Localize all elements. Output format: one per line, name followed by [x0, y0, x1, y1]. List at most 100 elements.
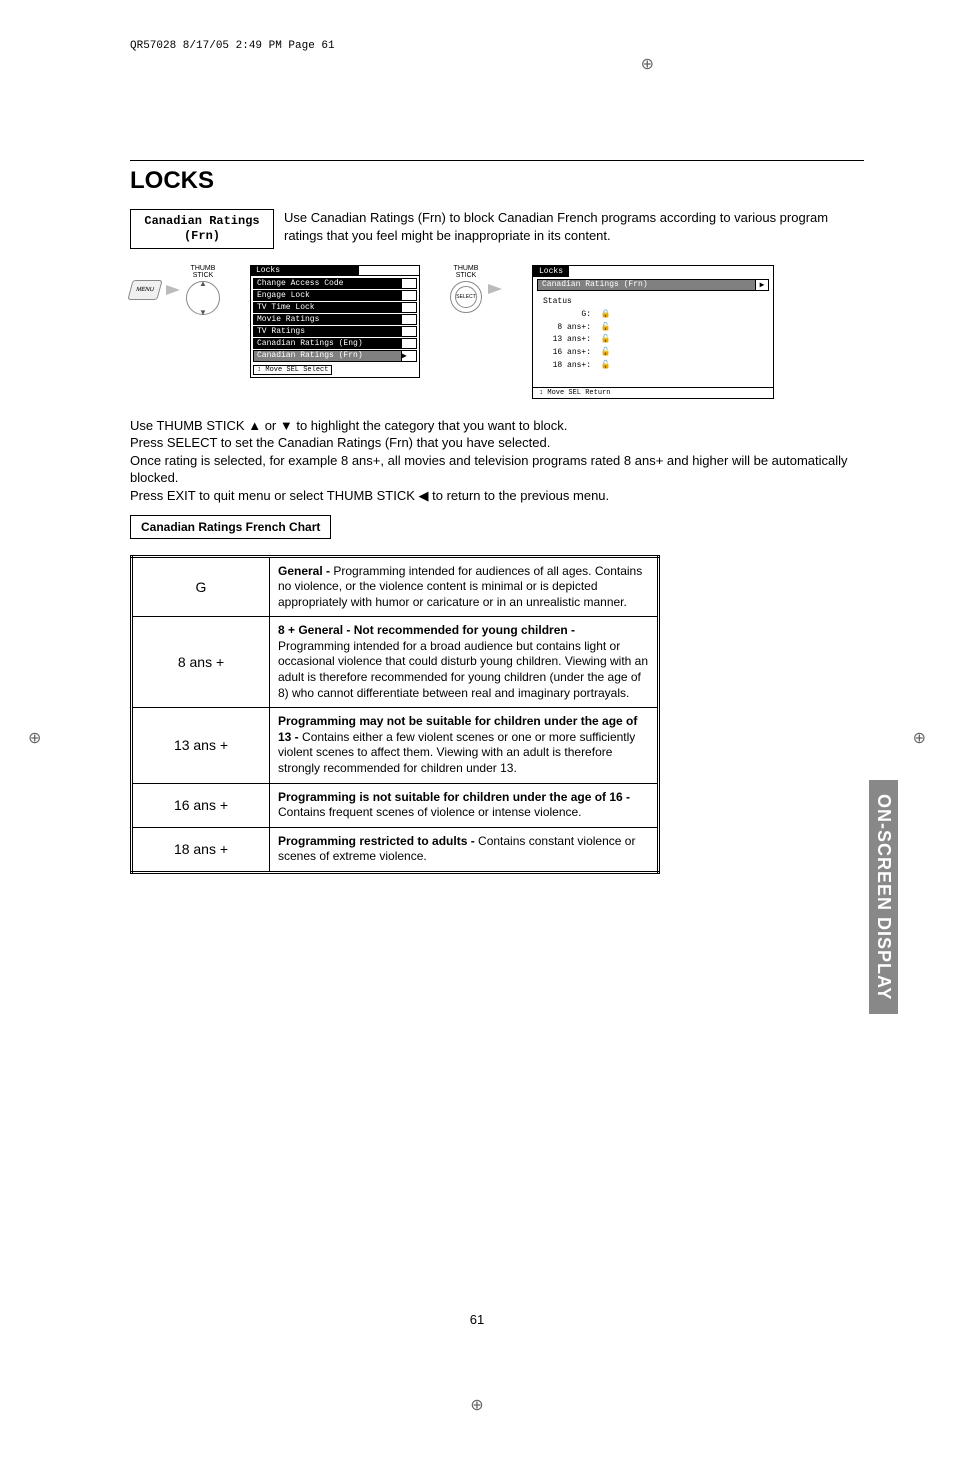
osd-item-label: TV Time Lock [253, 302, 402, 313]
rating-code: 18 ans + [132, 827, 270, 872]
osd-subtitle: Canadian Ratings (Frn) [537, 279, 756, 291]
status-label: 16 ans+: [553, 348, 591, 357]
rating-code: 13 ans + [132, 708, 270, 783]
osd-item: Movie Ratings [253, 314, 417, 325]
thumbstick-group: THUMB STICK ▲ ▼ [186, 265, 220, 315]
crop-mark-icon [641, 54, 654, 74]
osd-title-tail [359, 265, 420, 276]
page-title: LOCKS [130, 167, 864, 195]
osd-item: TV Ratings [253, 326, 417, 337]
osd-item-label: TV Ratings [253, 326, 402, 337]
osd-nav-text: Move SEL Return [547, 389, 610, 397]
osd-title: Locks [533, 266, 569, 277]
table-row: G General - Programming intended for aud… [132, 556, 659, 617]
arrow-right-icon [166, 285, 180, 295]
select-label: SELECT [455, 286, 477, 308]
chart-title-box: Canadian Ratings French Chart [130, 515, 331, 539]
rating-code: 8 ans + [132, 617, 270, 708]
status-row: 8 ans+: [543, 322, 763, 335]
diagram-row: MENU THUMB STICK ▲ ▼ Locks Change Access… [130, 265, 864, 399]
doc-header: QR57028 8/17/05 2:49 PM Page 61 [130, 40, 335, 52]
table-row: 18 ans + Programming restricted to adult… [132, 827, 659, 872]
osd-title: Locks [250, 265, 359, 276]
instruction-line: Press SELECT to set the Canadian Ratings… [130, 434, 864, 452]
up-arrow-icon: ▲ [199, 279, 207, 288]
table-row: 13 ans + Programming may not be suitable… [132, 708, 659, 783]
osd-item-arrow: ▶ [402, 350, 417, 362]
crop-mark-icon [28, 728, 41, 748]
osd-item-label: Engage Lock [253, 290, 402, 301]
thumbstick-diagram: MENU THUMB STICK ▲ ▼ [130, 265, 220, 315]
select-ring-icon: SELECT [450, 281, 482, 313]
rating-desc: Programming may not be suitable for chil… [270, 708, 659, 783]
osd-item: Canadian Ratings (Eng) [253, 338, 417, 349]
status-row: 16 ans+: [543, 347, 763, 360]
rating-desc: 8 + General - Not recommended for young … [270, 617, 659, 708]
osd-item-label: Change Access Code [253, 278, 402, 289]
table-row: 16 ans + Programming is not suitable for… [132, 783, 659, 827]
osd-item-selected: Canadian Ratings (Frn)▶ [253, 350, 417, 362]
rating-desc: General - Programming intended for audie… [270, 556, 659, 617]
page-number: 61 [470, 1312, 484, 1327]
unlock-icon [601, 335, 611, 344]
osd-item: TV Time Lock [253, 302, 417, 313]
osd-nav-hint: ↕ Move SEL Select [253, 365, 332, 375]
osd-item-label: Movie Ratings [253, 314, 402, 325]
instruction-line: Use THUMB STICK ▲ or ▼ to highlight the … [130, 417, 864, 435]
osd-item-arrow [402, 278, 417, 289]
arrow-right-icon [488, 284, 502, 294]
osd-item-arrow [402, 338, 417, 349]
thumbstick-label: THUMB STICK [450, 265, 482, 279]
osd-item-arrow [402, 290, 417, 301]
status-header: Status [543, 296, 763, 309]
rating-code: G [132, 556, 270, 617]
osd-arrow-icon: ▶ [756, 279, 769, 291]
thumbstick-label: THUMB STICK [186, 265, 220, 279]
menu-button-icon: MENU [127, 280, 162, 300]
status-label: G: [581, 310, 591, 319]
select-diagram: THUMB STICK SELECT [450, 265, 502, 313]
osd-nav-text: Move SEL Select [265, 366, 328, 374]
status-label: 8 ans+: [557, 323, 591, 332]
osd-locks-menu: Locks Change Access Code Engage Lock TV … [250, 265, 420, 378]
rating-desc: Programming restricted to adults - Conta… [270, 827, 659, 872]
osd-item: Engage Lock [253, 290, 417, 301]
feature-label: Canadian Ratings (Frn) [130, 209, 274, 249]
ratings-table: G General - Programming intended for aud… [130, 555, 660, 875]
status-label: 18 ans+: [553, 361, 591, 370]
rule [130, 160, 864, 161]
unlock-icon [601, 361, 611, 370]
osd-item: Change Access Code [253, 278, 417, 289]
rating-desc: Programming is not suitable for children… [270, 783, 659, 827]
osd-status-block: Status G: 8 ans+: 13 ans+: 16 ans+: 18 a… [533, 293, 773, 376]
status-row: G: [543, 309, 763, 322]
page: QR57028 8/17/05 2:49 PM Page 61 LOCKS Ca… [0, 0, 954, 1475]
status-row: 13 ans+: [543, 334, 763, 347]
unlock-icon [601, 348, 611, 357]
table-row: 8 ans + 8 + General - Not recommended fo… [132, 617, 659, 708]
osd-nav-hint: ↕ Move SEL Return [532, 387, 774, 399]
osd-item-label: Canadian Ratings (Frn) [253, 350, 402, 362]
unlock-icon [601, 323, 611, 332]
feature-row: Canadian Ratings (Frn) Use Canadian Rati… [130, 209, 864, 249]
instruction-line: Press EXIT to quit menu or select THUMB … [130, 487, 864, 505]
feature-description: Use Canadian Ratings (Frn) to block Cana… [284, 209, 864, 244]
osd-item-arrow [402, 302, 417, 313]
thumbstick-group: THUMB STICK SELECT [450, 265, 482, 313]
osd-item-arrow [402, 326, 417, 337]
down-arrow-icon: ▼ [199, 308, 207, 317]
osd-item-label: Canadian Ratings (Eng) [253, 338, 402, 349]
osd-body: Change Access Code Engage Lock TV Time L… [250, 276, 420, 378]
status-label: 13 ans+: [553, 335, 591, 344]
instructions-block: Use THUMB STICK ▲ or ▼ to highlight the … [130, 417, 864, 505]
osd-ratings-detail: Locks Canadian Ratings (Frn) ▶ Status G:… [532, 265, 774, 399]
crop-mark-icon [470, 1395, 483, 1415]
thumbstick-ring-icon: ▲ ▼ [186, 281, 220, 315]
lock-icon [601, 310, 611, 319]
status-row: 18 ans+: [543, 360, 763, 373]
rating-code: 16 ans + [132, 783, 270, 827]
instruction-line: Once rating is selected, for example 8 a… [130, 452, 864, 487]
crop-mark-icon [913, 728, 926, 748]
osd-item-arrow [402, 314, 417, 325]
side-tab: ON-SCREEN DISPLAY [869, 780, 898, 1014]
